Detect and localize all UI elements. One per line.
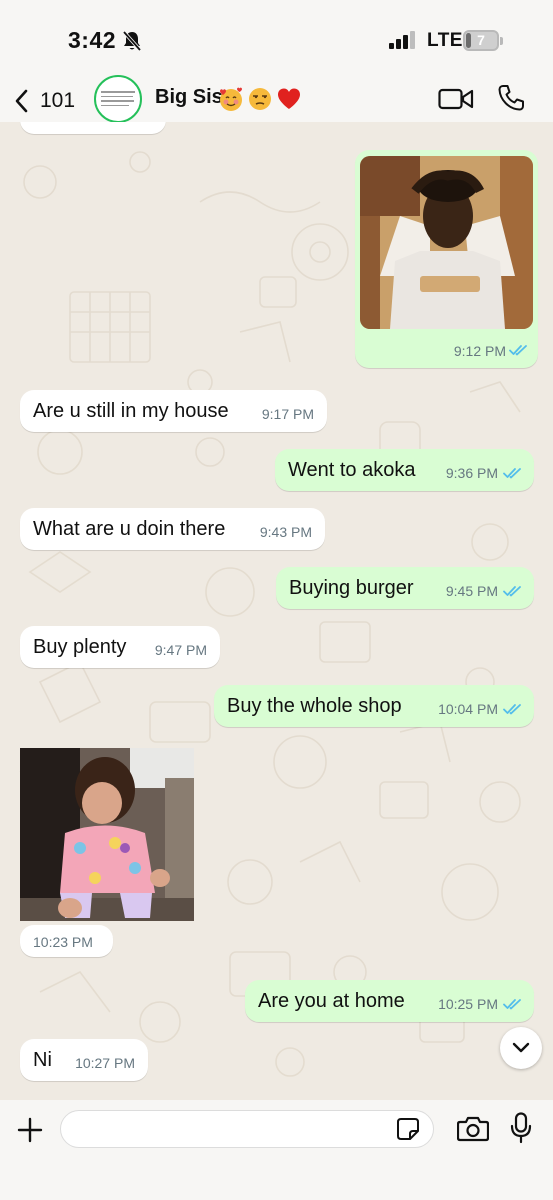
message-partial [20, 122, 166, 134]
back-button[interactable]: 101 [14, 84, 75, 118]
avatar[interactable] [94, 75, 142, 123]
message-time: 10:27 PM [75, 1055, 135, 1071]
chat-area[interactable]: 9:12 PM Are u still in my house 9:17 PM … [0, 122, 553, 1100]
phone-call-button[interactable] [497, 84, 525, 112]
message-text: Are you at home [258, 989, 405, 1012]
message-time: 9:17 PM [261, 406, 314, 422]
video-call-button[interactable] [438, 87, 474, 111]
message-in[interactable]: Ni 10:27 PM [20, 1039, 148, 1081]
message-out[interactable]: Buying burger 9:45 PM [276, 567, 534, 609]
message-text: Are u still in my house [33, 399, 229, 422]
smiling-face-with-hearts-icon [220, 87, 242, 111]
photo-icon [360, 156, 533, 329]
message-time: 10:04 PM [438, 701, 498, 717]
double-check-read-icon [503, 704, 521, 715]
message-text: Buy plenty [33, 635, 127, 658]
double-check-read-icon [509, 345, 527, 356]
message-out[interactable]: Buy the whole shop 10:04 PM [214, 685, 534, 727]
unread-count: 101 [40, 89, 76, 112]
message-text: Buy the whole shop [227, 694, 402, 717]
chevron-left-icon [15, 89, 28, 113]
message-time: 9:36 PM [445, 465, 498, 481]
image-boy-hands-on-head[interactable] [360, 156, 533, 329]
network-type: LTE [427, 30, 463, 51]
double-check-read-icon [503, 586, 521, 597]
battery-icon: 7 [463, 30, 499, 51]
image-toddler-dancing[interactable] [20, 748, 194, 921]
microphone-button[interactable] [510, 1112, 532, 1144]
camera-button[interactable] [457, 1116, 489, 1142]
message-time: 9:45 PM [445, 583, 498, 599]
message-text: Ni [33, 1048, 52, 1071]
photo-icon [20, 748, 194, 921]
chevron-down-icon [512, 1042, 530, 1053]
message-in[interactable]: What are u doin there 9:43 PM [20, 508, 325, 550]
double-check-read-icon [503, 468, 521, 479]
message-time: 9:47 PM [154, 642, 207, 658]
message-time: 9:43 PM [259, 524, 312, 540]
message-time: 10:25 PM [438, 996, 498, 1012]
message-input[interactable] [60, 1110, 434, 1148]
signal-icon [389, 31, 415, 49]
name-emojis [218, 86, 302, 112]
image-time-chip: 10:23 PM [20, 925, 113, 957]
status-time: 3:42 [68, 27, 117, 53]
sticker-button[interactable] [396, 1117, 420, 1141]
message-time: 10:23 PM [33, 934, 93, 950]
unamused-face-icon [249, 88, 271, 110]
message-out-image[interactable]: 9:12 PM [355, 150, 538, 368]
chat-header: 101 Big Sis [0, 75, 553, 123]
message-text: What are u doin there [33, 517, 226, 540]
message-text: Went to akoka [288, 458, 416, 481]
bell-off-icon [122, 30, 142, 52]
message-in[interactable]: Are u still in my house 9:17 PM [20, 390, 327, 432]
contact-name[interactable]: Big Sis [155, 86, 223, 109]
attach-plus-button[interactable] [16, 1116, 44, 1144]
status-bar: 3:42 LTE 7 [0, 0, 553, 78]
message-text: Buying burger [289, 576, 414, 599]
battery-level: 7 [477, 32, 485, 48]
message-time: 9:12 PM [453, 343, 506, 359]
double-check-read-icon [503, 999, 521, 1010]
input-bar [0, 1100, 553, 1200]
scroll-to-bottom-button[interactable] [500, 1027, 542, 1069]
avatar-image [101, 91, 135, 109]
message-in[interactable]: Buy plenty 9:47 PM [20, 626, 220, 668]
message-out[interactable]: Are you at home 10:25 PM [245, 980, 534, 1022]
red-heart-icon [278, 88, 300, 109]
battery-cap [500, 37, 503, 45]
message-out[interactable]: Went to akoka 9:36 PM [275, 449, 534, 491]
